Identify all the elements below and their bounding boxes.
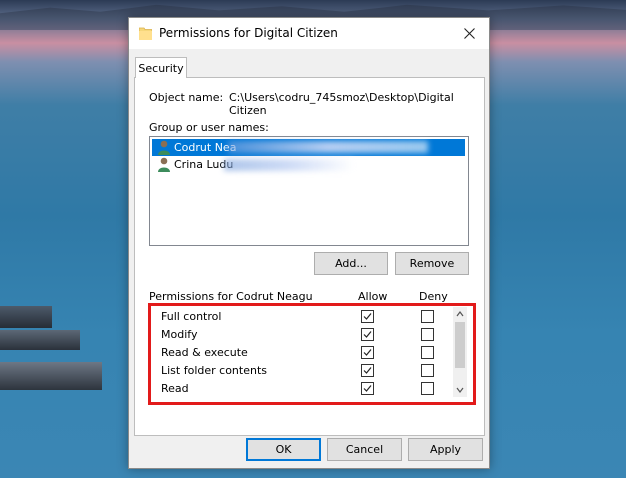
close-button[interactable]	[449, 18, 489, 49]
apply-button[interactable]: Apply	[408, 438, 483, 461]
group-names-label: Group or user names:	[149, 121, 269, 134]
user-icon	[158, 140, 170, 155]
object-name-value: C:\Users\codru_745smoz\Desktop\Digital C…	[229, 91, 454, 117]
ok-button[interactable]: OK	[246, 438, 321, 461]
redacted-text	[228, 141, 428, 153]
deny-header: Deny	[419, 290, 448, 303]
desktop-pier	[0, 362, 102, 390]
add-button[interactable]: Add...	[314, 252, 388, 275]
annotation-highlight-box	[148, 303, 476, 405]
allow-header: Allow	[358, 290, 388, 303]
window-title: Permissions for Digital Citizen	[159, 26, 338, 40]
tab-security[interactable]: Security	[135, 57, 187, 78]
tab-label: Security	[138, 61, 184, 75]
folder-icon	[139, 27, 152, 40]
user-icon	[158, 157, 170, 172]
desktop-pier	[0, 330, 80, 350]
cancel-button[interactable]: Cancel	[327, 438, 402, 461]
title-bar[interactable]: Permissions for Digital Citizen	[129, 18, 489, 49]
permissions-label: Permissions for Codrut Neagu	[149, 290, 313, 303]
remove-button[interactable]: Remove	[395, 252, 469, 275]
redacted-text	[224, 159, 354, 171]
user-list-item-crina[interactable]: Crina Ludu	[152, 156, 233, 173]
permissions-dialog: Permissions for Digital Citizen Security…	[128, 17, 490, 469]
object-name-label: Object name:	[149, 91, 224, 104]
user-list[interactable]: Codrut Nea Crina Ludu	[149, 136, 469, 246]
close-icon	[463, 28, 475, 39]
desktop-pier	[0, 306, 52, 328]
